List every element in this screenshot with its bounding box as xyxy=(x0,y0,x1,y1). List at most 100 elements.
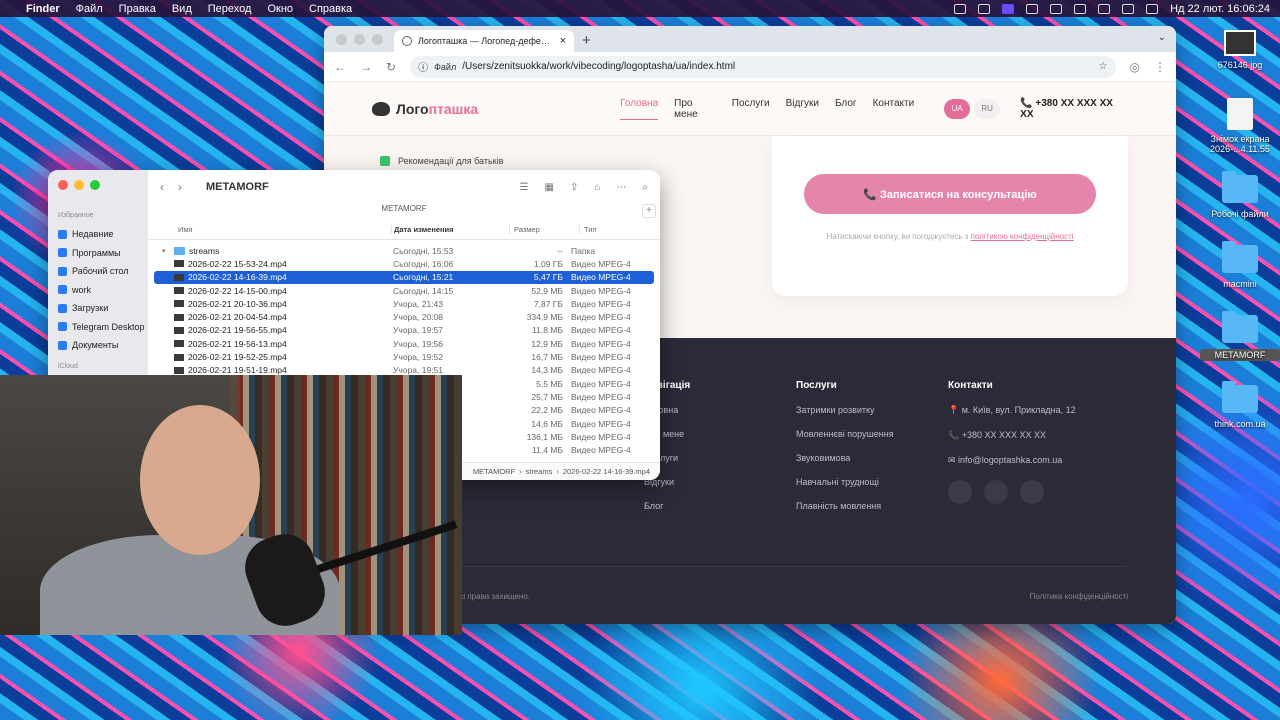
browser-menu-icon[interactable]: ⋮ xyxy=(1154,60,1166,74)
tag-icon[interactable]: ⌂ xyxy=(594,182,600,193)
footer-service-link[interactable]: Плавність мовлення xyxy=(796,501,894,511)
nav-blog[interactable]: Блог xyxy=(835,98,857,120)
menu-go[interactable]: Переход xyxy=(208,3,252,15)
disclosure-chevron-icon[interactable]: ▾ xyxy=(162,247,170,255)
file-row[interactable]: 2026-02-21 19-56-55.mp4 Учора, 19:57 11,… xyxy=(154,324,654,337)
file-row[interactable]: 2026-02-21 19-56-13.mp4 Учора, 19:56 12,… xyxy=(154,337,654,350)
new-tab-button[interactable]: + xyxy=(582,32,591,49)
footer-email[interactable]: ✉ info@logoptashka.com.ua xyxy=(948,455,1076,466)
url-input[interactable]: ⓘ Файл /Users/zenitsuokka/work/vibecodin… xyxy=(410,55,1116,78)
browser-tab[interactable]: Логопташка — Логопед-дефектолог × xyxy=(394,30,574,52)
footer-phone[interactable]: 📞 +380 XX XXX XX XX xyxy=(948,430,1076,441)
desktop-folder-work-files[interactable]: Робочі файли xyxy=(1200,171,1280,219)
lang-ru-button[interactable]: RU xyxy=(974,98,1001,119)
search-icon[interactable]: ⌕ xyxy=(642,182,648,193)
share-icon[interactable]: ⇪ xyxy=(570,182,578,193)
forward-icon[interactable]: → xyxy=(360,60,372,74)
close-window-icon[interactable] xyxy=(58,180,68,190)
desktop-folder-metamorf[interactable]: METAMORF xyxy=(1200,311,1280,361)
battery-icon[interactable] xyxy=(1074,3,1087,14)
control-center-icon[interactable] xyxy=(1146,3,1159,14)
sidebar-item-recents[interactable]: Недавние xyxy=(58,225,148,244)
nav-home[interactable]: Головна xyxy=(620,98,659,120)
lang-ua-button[interactable]: UA xyxy=(944,98,971,119)
file-row[interactable]: 2026-02-21 20-10-36.mp4 Учора, 21:43 7,8… xyxy=(154,297,654,310)
footer-service-link[interactable]: Звуковимова xyxy=(796,453,894,463)
zoom-window-icon[interactable] xyxy=(372,34,383,45)
file-row[interactable]: 2026-02-22 14-15-00.mp4 Сьогодні, 14:15 … xyxy=(154,284,654,297)
forward-icon[interactable]: › xyxy=(178,180,182,194)
wifi-icon[interactable] xyxy=(1098,3,1111,14)
menu-help[interactable]: Справка xyxy=(309,3,352,15)
back-icon[interactable]: ← xyxy=(334,60,346,74)
desktop-icon-screenshot[interactable]: Знімок екрана 2026-...4.11.55 xyxy=(1200,98,1280,154)
menu-edit[interactable]: Правка xyxy=(119,3,156,15)
profile-icon[interactable]: ◎ xyxy=(1130,60,1140,74)
footer-link[interactable]: Блог xyxy=(644,501,690,511)
list-view-icon[interactable]: ☰ xyxy=(520,182,529,193)
sidebar-item-applications[interactable]: Программы xyxy=(58,244,148,263)
spotlight-icon[interactable] xyxy=(1122,3,1135,14)
consent-text: Натискаючи кнопку, ви погоджуєтесь з пол… xyxy=(826,232,1074,241)
sidebar-item-desktop[interactable]: Рабочий стол xyxy=(58,262,148,281)
new-tab-button[interactable]: + xyxy=(642,204,656,218)
bookmark-star-icon[interactable]: ☆ xyxy=(1099,61,1108,72)
privacy-policy-link[interactable]: політикою конфіденційності xyxy=(971,232,1074,241)
menu-clock[interactable]: Нд 22 лют. 16:06:24 xyxy=(1170,3,1270,15)
footer-privacy-link[interactable]: Політика конфіденційності xyxy=(1030,592,1128,601)
column-name[interactable]: Имя xyxy=(148,225,391,234)
column-type[interactable]: Тип xyxy=(579,225,597,234)
desktop-folder-macmini[interactable]: macmini xyxy=(1200,241,1280,289)
desktop-icon-image[interactable]: 676146.jpg xyxy=(1200,30,1280,70)
tab-strip: Логопташка — Логопед-дефектолог × + ⌄ xyxy=(324,26,1176,52)
tab-search-icon[interactable]: ⌄ xyxy=(1158,32,1166,43)
back-icon[interactable]: ‹ xyxy=(160,180,164,194)
nav-services[interactable]: Послуги xyxy=(732,98,770,120)
site-info-icon[interactable]: ⓘ xyxy=(418,59,428,74)
sidebar-item-downloads[interactable]: Загрузки xyxy=(58,299,148,318)
footer-service-link[interactable]: Затримки розвитку xyxy=(796,405,894,415)
reload-icon[interactable]: ↻ xyxy=(386,60,396,74)
more-actions-icon[interactable]: ⋯ xyxy=(616,182,626,193)
file-row[interactable]: 2026-02-22 15-53-24.mp4 Сьогодні, 16:06 … xyxy=(154,257,654,270)
path-segment[interactable]: streams xyxy=(526,467,553,476)
social-facebook-icon[interactable] xyxy=(948,480,972,504)
minimize-window-icon[interactable] xyxy=(74,180,84,190)
path-segment[interactable]: 2026-02-22 14-16-39.mp4 xyxy=(563,467,650,476)
path-segment[interactable]: METAMORF xyxy=(473,467,515,476)
nav-contacts[interactable]: Контакти xyxy=(873,98,915,120)
sidebar-item-work[interactable]: work xyxy=(58,281,148,300)
minimize-window-icon[interactable] xyxy=(354,34,365,45)
social-telegram-icon[interactable] xyxy=(984,480,1008,504)
sidebar-item-documents[interactable]: Документы xyxy=(58,336,148,355)
menu-file[interactable]: Файл xyxy=(76,3,103,15)
footer-service-link[interactable]: Навчальні труднощі xyxy=(796,477,894,487)
nav-reviews[interactable]: Відгуки xyxy=(786,98,819,120)
zoom-window-icon[interactable] xyxy=(90,180,100,190)
menu-view[interactable]: Вид xyxy=(172,3,192,15)
column-size[interactable]: Размер xyxy=(509,225,579,234)
desktop-folder-think[interactable]: think.com.ua xyxy=(1200,381,1280,429)
file-row[interactable]: 2026-02-21 20-04-54.mp4 Учора, 20:08 334… xyxy=(154,310,654,323)
status-menu-icon[interactable] xyxy=(954,3,967,14)
screen-recording-icon[interactable] xyxy=(1002,3,1015,14)
menu-app-name[interactable]: Finder xyxy=(26,3,60,15)
column-date[interactable]: Дата изменения xyxy=(391,225,509,234)
header-phone[interactable]: 📞 +380 XX XXX XX XX xyxy=(1020,98,1128,120)
tab-close-icon[interactable]: × xyxy=(560,35,566,47)
footer-service-link[interactable]: Мовленнєві порушення xyxy=(796,429,894,439)
menu-window[interactable]: Окно xyxy=(267,3,293,15)
nav-about[interactable]: Про мене xyxy=(674,98,716,120)
file-row-selected[interactable]: 2026-02-22 14-16-39.mp4 Сьогодні, 15:21 … xyxy=(154,270,654,284)
book-consultation-button[interactable]: 📞 Записатися на консультацію xyxy=(804,174,1096,214)
group-icon[interactable]: ▦ xyxy=(545,182,554,193)
file-row[interactable]: 2026-02-21 19-52-25.mp4 Учора, 19:52 16,… xyxy=(154,350,654,363)
keyboard-layout-icon[interactable] xyxy=(1050,3,1063,14)
sidebar-item-telegram[interactable]: Telegram Desktop xyxy=(58,318,148,337)
social-viber-icon[interactable] xyxy=(1020,480,1044,504)
status-menu-icon[interactable] xyxy=(978,3,991,14)
close-window-icon[interactable] xyxy=(336,34,347,45)
status-menu-icon[interactable] xyxy=(1026,3,1039,14)
file-row[interactable]: ▾ streams Сьогодні, 15:53 -- Папка xyxy=(154,244,654,257)
site-logo[interactable]: Лого пташка xyxy=(372,101,478,117)
